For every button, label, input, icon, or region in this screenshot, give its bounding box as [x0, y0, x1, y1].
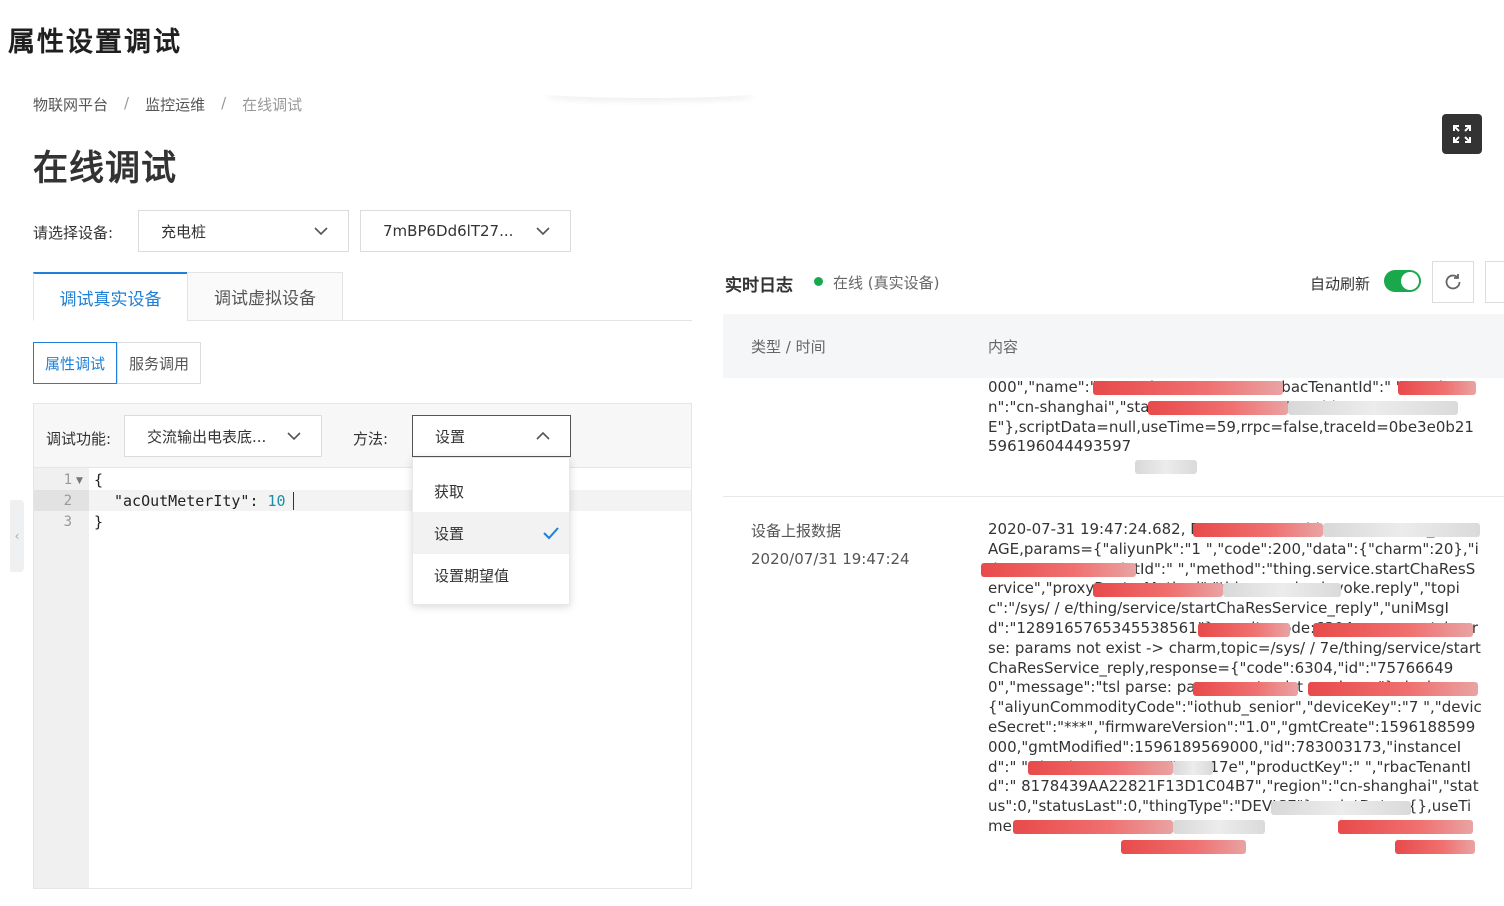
auto-refresh-toggle[interactable] — [1384, 270, 1421, 292]
function-select[interactable]: 交流输出电表底... — [124, 415, 322, 457]
method-option-set-desired[interactable]: 设置期望值 — [413, 554, 569, 596]
device-select-label: 请选择设备: — [33, 224, 114, 242]
log-row-type: 设备上报数据 — [751, 522, 842, 540]
expand-icon — [1453, 125, 1471, 143]
product-select[interactable]: 充电桩 — [138, 210, 349, 252]
code-line-1[interactable]: { — [94, 471, 103, 489]
redaction-mark — [1338, 820, 1473, 834]
redaction-mark — [1323, 523, 1480, 537]
redaction-mark — [1121, 840, 1246, 854]
breadcrumb: 物联网平台 / 监控运维 / 在线调试 — [33, 94, 302, 115]
chevron-down-icon — [314, 227, 328, 236]
log-title: 实时日志 — [725, 276, 793, 296]
redaction-mark — [1223, 583, 1341, 597]
tab-virtual-device[interactable]: 调试虚拟设备 — [187, 272, 343, 321]
chevron-down-icon — [536, 227, 550, 236]
redaction-mark — [1173, 761, 1213, 775]
code-value: 10 — [267, 492, 286, 510]
redaction-mark — [1193, 523, 1323, 537]
debug-panel-header: 调试功能: 交流输出电表底... 方法: 设置 — [34, 404, 691, 468]
text-cursor — [293, 492, 294, 510]
redaction-mark — [1193, 682, 1298, 696]
subtab-property[interactable]: 属性调试 — [33, 342, 118, 384]
redaction-mark — [1093, 381, 1283, 395]
fullscreen-button[interactable] — [1442, 114, 1482, 154]
page-title: 在线调试 — [33, 149, 178, 189]
breadcrumb-separator: / — [124, 94, 130, 112]
redaction-mark — [1271, 801, 1411, 815]
line-number: 2 — [63, 493, 72, 509]
breadcrumb-item-current: 在线调试 — [242, 96, 303, 114]
breadcrumb-item-platform[interactable]: 物联网平台 — [33, 94, 108, 115]
chevron-left-icon: ‹ — [14, 529, 20, 543]
code-gutter — [34, 468, 89, 888]
check-icon — [543, 527, 559, 540]
refresh-button[interactable] — [1432, 261, 1474, 303]
document-title: 属性设置调试 — [8, 27, 182, 58]
method-option-get[interactable]: 获取 — [413, 470, 569, 512]
redaction-mark — [1093, 583, 1223, 597]
redaction-mark — [1398, 381, 1476, 395]
redaction-mark — [1288, 401, 1458, 415]
redaction-mark — [1173, 820, 1265, 834]
method-option-set[interactable]: 设置 — [413, 512, 569, 554]
code-line-2[interactable]: "acOutMeterIty": 10 — [114, 492, 286, 510]
refresh-icon — [1445, 274, 1461, 290]
chevron-up-icon — [536, 431, 550, 440]
online-status-dot — [814, 277, 823, 286]
column-header-type: 类型 / 时间 — [751, 338, 826, 356]
debug-panel: 调试功能: 交流输出电表底... 方法: 设置 1 ▼ 2 3 { "acOut… — [33, 403, 692, 889]
method-dropdown-menu: 获取 设置 设置期望值 — [412, 457, 570, 605]
chevron-down-icon — [287, 432, 301, 441]
collapse-handle[interactable]: ‹ — [10, 500, 24, 572]
clear-log-button[interactable] — [1485, 261, 1504, 303]
auto-refresh-label: 自动刷新 — [1310, 275, 1371, 293]
line-number: 3 — [63, 514, 72, 530]
redaction-mark — [1135, 460, 1197, 474]
method-option-set-label: 设置 — [434, 524, 465, 543]
device-select[interactable]: 7mBP6Dd6lT27... — [360, 210, 571, 252]
method-select[interactable]: 设置 — [412, 415, 571, 457]
redaction-mark — [1198, 623, 1290, 637]
tab-real-device[interactable]: 调试真实设备 — [33, 272, 188, 321]
subtab-service[interactable]: 服务调用 — [117, 342, 202, 384]
debug-subtabs: 属性调试 服务调用 — [33, 342, 202, 384]
redaction-mark — [1395, 840, 1475, 854]
redaction-mark — [1148, 401, 1288, 415]
log-row: 000","name":" ","productKey":" P37","rba… — [723, 378, 1504, 497]
device-select-value: 7mBP6Dd6lT27... — [383, 222, 514, 240]
product-select-value: 充电桩 — [161, 222, 207, 241]
header-shadow — [545, 88, 755, 98]
method-label: 方法: — [353, 430, 389, 448]
breadcrumb-item-monitoring[interactable]: 监控运维 — [145, 94, 205, 115]
log-row: 设备上报数据 2020/07/31 19:47:24 2020-07-31 19… — [723, 497, 1504, 889]
method-select-value: 设置 — [435, 427, 466, 446]
redaction-mark — [1028, 761, 1173, 775]
line-number: 1 — [63, 472, 72, 488]
online-status-text: 在线 (真实设备) — [833, 274, 940, 292]
device-tabs: 调试真实设备 调试虚拟设备 — [33, 272, 692, 321]
fold-arrow-icon[interactable]: ▼ — [76, 476, 83, 486]
code-line-3[interactable]: } — [94, 513, 103, 531]
toggle-knob — [1401, 272, 1419, 290]
redaction-mark — [1013, 820, 1173, 834]
log-row-time: 2020/07/31 19:47:24 — [751, 550, 910, 568]
code-key: "acOutMeterIty": — [114, 492, 268, 510]
redaction-mark — [1313, 623, 1473, 637]
breadcrumb-separator: / — [221, 94, 227, 112]
column-header-content: 内容 — [988, 338, 1019, 356]
redaction-mark — [1308, 682, 1478, 696]
log-table: 类型 / 时间 内容 000","name":" ","productKey":… — [723, 314, 1504, 889]
redaction-mark — [981, 563, 1136, 577]
function-label: 调试功能: — [46, 430, 112, 448]
function-select-value: 交流输出电表底... — [147, 427, 267, 446]
log-table-header: 类型 / 时间 内容 — [723, 314, 1504, 378]
